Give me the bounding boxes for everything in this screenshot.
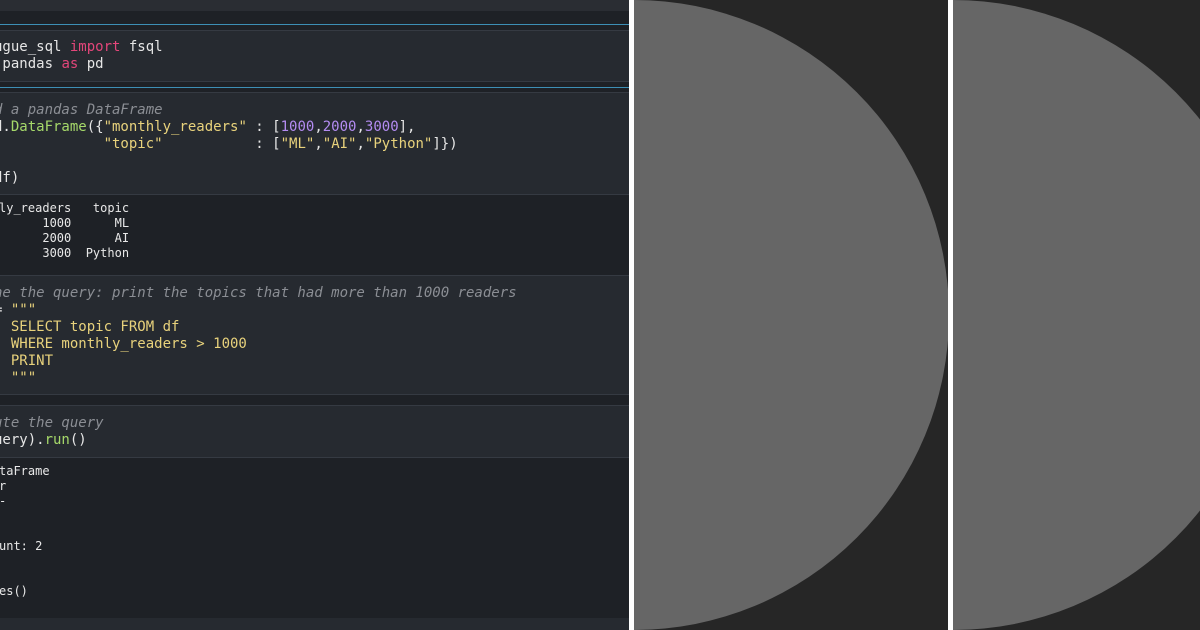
code-line: df) <box>0 170 458 187</box>
keyword-token: import <box>69 39 121 55</box>
code-line: ugue_sql import fsql <box>0 39 163 56</box>
code-line: ne the query: print the topics that had … <box>0 285 517 302</box>
comment-token: d a pandas DataFrame <box>0 102 163 118</box>
code-token: , <box>356 136 365 152</box>
output-line: 1000 ML <box>0 216 130 230</box>
cell-input-query[interactable]: ne the query: print the topics that had … <box>0 285 517 387</box>
cell-output-run-area: taFramer- unt: 2 es() <box>0 458 629 618</box>
code-token: pd <box>78 56 104 72</box>
comment-token: ute the query <box>0 415 104 431</box>
code-token: uery). <box>0 432 45 448</box>
code-line: """ <box>0 370 517 387</box>
code-line: pandas as pd <box>0 56 163 73</box>
cell-selection-indicator <box>0 87 629 88</box>
output-line: ly_readers topic <box>0 201 130 215</box>
string-token: "AI" <box>322 136 357 152</box>
notebook-toolbar <box>0 0 629 11</box>
number-token: 1000 <box>280 119 315 135</box>
code-token: = <box>0 302 11 318</box>
string-token: PRINT <box>10 353 54 369</box>
cell-output-dataframe: ly_readers topic 1000 ML 2000 AI 3000 Py… <box>0 201 129 261</box>
code-line: ute the query <box>0 415 104 432</box>
number-token: 2000 <box>322 119 357 135</box>
code-token: , <box>356 119 365 135</box>
code-line: = """ <box>0 302 517 319</box>
code-token: ], <box>398 119 416 135</box>
number-token: 3000 <box>364 119 399 135</box>
code-token: , <box>314 119 323 135</box>
output-line: unt: 2 <box>0 539 43 553</box>
output-line: - <box>0 494 50 509</box>
semicircle-shape <box>634 0 948 630</box>
semicircle-shape <box>953 0 1200 630</box>
string-token: "monthly_readers" <box>103 119 247 135</box>
code-token: d. <box>0 119 11 135</box>
code-token: : [ <box>246 119 281 135</box>
code-token: ({ <box>86 119 104 135</box>
code-cell-dataframe[interactable]: d a pandas DataFramed.DataFrame({"monthl… <box>0 92 629 195</box>
code-line: SELECT topic FROM df <box>0 319 517 336</box>
notebook-panel: ugue_sql import fsql pandas as pd d a pa… <box>0 0 629 630</box>
screenshot-root: ugue_sql import fsql pandas as pd d a pa… <box>0 0 1200 630</box>
output-line: r <box>0 479 7 493</box>
string-token: SELECT topic FROM df <box>0 319 180 335</box>
code-token: pandas <box>0 56 62 72</box>
code-line: d a pandas DataFrame <box>0 102 458 119</box>
string-token: WHERE monthly_readers > 1000 <box>0 336 247 352</box>
output-line: es() <box>0 584 28 598</box>
graphic-panel-2 <box>953 0 1200 630</box>
code-line: WHERE monthly_readers > 1000 <box>0 336 517 353</box>
cell-output-run: taFramer- unt: 2 es() <box>0 464 50 599</box>
cell-output-dataframe-area: ly_readers topic 1000 ML 2000 AI 3000 Py… <box>0 195 629 275</box>
code-cell-query[interactable]: ne the query: print the topics that had … <box>0 275 629 395</box>
code-line: uery).run() <box>0 432 104 449</box>
code-token: df) <box>0 170 20 186</box>
string-token: "ML" <box>280 136 315 152</box>
notebook-footer <box>0 618 629 630</box>
code-cell-run[interactable]: ute the queryuery).run() <box>0 405 629 458</box>
output-line: 3000 Python <box>0 246 130 260</box>
graphic-panel-1 <box>634 0 948 630</box>
code-token: ]}) <box>432 136 458 152</box>
code-line: "topic" : ["ML","AI","Python"]}) <box>0 136 458 153</box>
string-token: """ <box>10 302 37 318</box>
string-token: "Python" <box>364 136 433 152</box>
output-line: taFrame <box>0 464 50 478</box>
output-line: 2000 AI <box>0 231 130 245</box>
cell-input-dataframe[interactable]: d a pandas DataFramed.DataFrame({"monthl… <box>0 102 458 187</box>
cell-selection-indicator <box>0 24 629 25</box>
code-cell-imports[interactable]: ugue_sql import fsql pandas as pd <box>0 30 629 82</box>
code-token: fsql <box>120 39 163 55</box>
cell-input-run[interactable]: ute the queryuery).run() <box>0 415 104 449</box>
keyword-token: as <box>61 56 79 72</box>
code-token: ugue_sql <box>0 39 70 55</box>
function-token: run <box>44 432 70 448</box>
code-token: , <box>314 136 323 152</box>
code-line: d.DataFrame({"monthly_readers" : [1000,2… <box>0 119 458 136</box>
function-token: DataFrame <box>10 119 87 135</box>
string-token: """ <box>10 370 37 386</box>
code-token: : [ <box>162 136 281 152</box>
cell-input-imports[interactable]: ugue_sql import fsql pandas as pd <box>0 39 163 73</box>
comment-token: ne the query: print the topics that had … <box>0 285 517 301</box>
string-token: "topic" <box>103 136 163 152</box>
code-line: PRINT <box>0 353 517 370</box>
code-token: () <box>69 432 87 448</box>
